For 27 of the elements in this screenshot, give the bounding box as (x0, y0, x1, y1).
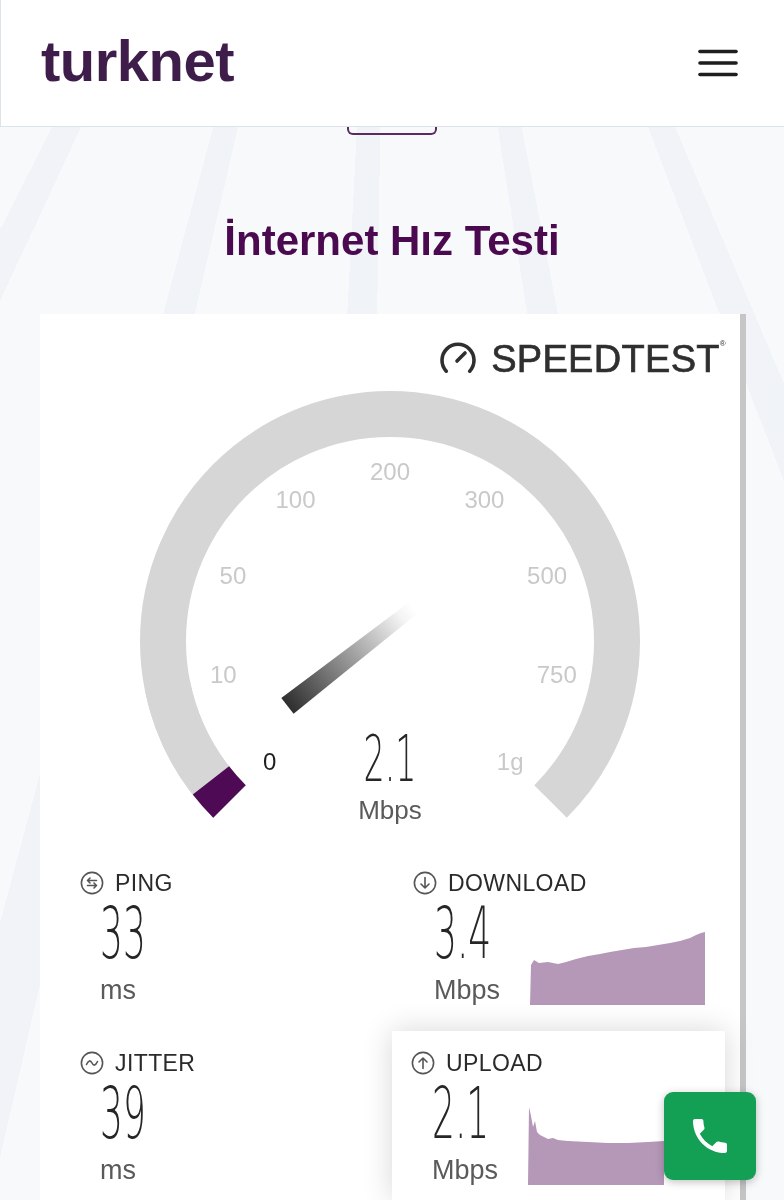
menu-button[interactable] (698, 49, 738, 77)
stat-unit: ms (100, 1155, 136, 1185)
stat-value: 39 (100, 1077, 146, 1149)
logo[interactable]: turknet (41, 32, 235, 90)
stat-label: JITTER (115, 1051, 196, 1075)
arrows-icon (80, 871, 104, 895)
phone-icon (693, 1119, 727, 1153)
stat-value: 3.4 (434, 897, 492, 969)
brand-name: SPEEDTEST$^{®}$ (491, 340, 726, 378)
stat-unit: ms (100, 975, 136, 1005)
arrow-up-icon (411, 1051, 435, 1075)
stat-value: 2.1 (432, 1077, 490, 1149)
gauge-unit: Mbps (358, 795, 422, 825)
gauge-icon (438, 340, 479, 376)
stat-label: PING (115, 871, 173, 895)
stat-label: UPLOAD (446, 1051, 543, 1075)
stat-value: 33 (100, 897, 146, 969)
phone-button[interactable] (664, 1092, 756, 1180)
arrow-down-icon (413, 871, 437, 895)
gauge-value: 2.1 (363, 722, 417, 797)
stat-unit: Mbps (432, 1155, 499, 1185)
wave-icon (80, 1051, 104, 1075)
stat-label: DOWNLOAD (448, 871, 587, 895)
menu-icon (698, 49, 738, 77)
page-title: İnternet Hız Testi (223, 216, 561, 266)
stat-unit: Mbps (434, 975, 501, 1005)
gauge-tick-label: 0 (263, 747, 277, 775)
